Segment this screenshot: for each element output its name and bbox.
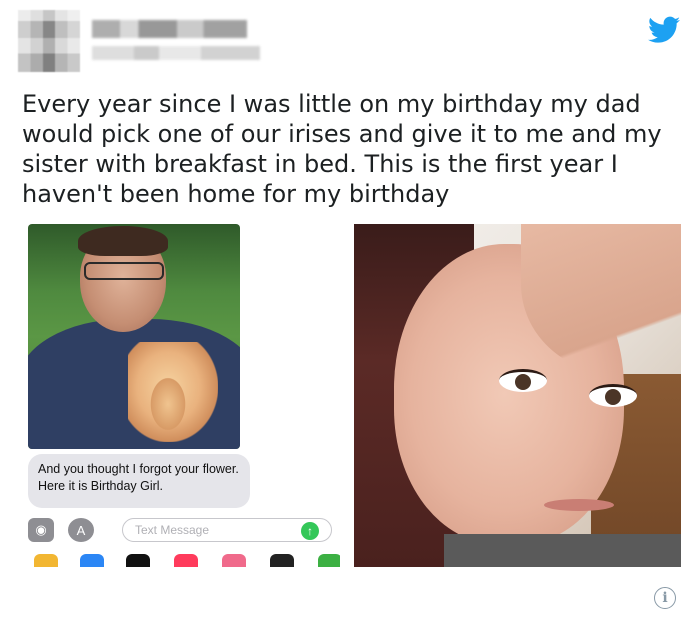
app-icon[interactable] — [34, 554, 58, 567]
dad-selfie-photo — [28, 224, 240, 449]
handle-redacted — [92, 46, 260, 60]
dad-glasses — [84, 262, 164, 280]
message-input-placeholder: Text Message — [135, 523, 210, 537]
app-icon[interactable] — [80, 554, 104, 567]
message-bubble: And you thought I forgot your flower. He… — [28, 454, 250, 508]
app-drawer — [28, 554, 340, 567]
compose-bar: ◉ A Text Message ↑ — [28, 518, 340, 544]
left-eye — [499, 369, 547, 392]
crying-selfie-photo[interactable] — [354, 224, 681, 567]
shirt — [444, 534, 681, 567]
text-message-screenshot[interactable]: And you thought I forgot your flower. He… — [28, 224, 340, 567]
app-icon[interactable] — [222, 554, 246, 567]
app-icon[interactable] — [126, 554, 150, 567]
mouth — [544, 499, 614, 511]
app-icon[interactable] — [174, 554, 198, 567]
message-input[interactable]: Text Message ↑ — [122, 518, 332, 542]
app-icon[interactable] — [318, 554, 340, 567]
dad-hair — [78, 226, 168, 256]
info-icon[interactable]: i — [654, 587, 676, 609]
tweet-text: Every year since I was little on my birt… — [22, 90, 662, 208]
camera-icon[interactable]: ◉ — [28, 518, 54, 542]
twitter-bird-icon[interactable] — [648, 16, 680, 44]
iris-flower-petal — [148, 374, 188, 434]
app-icon[interactable] — [270, 554, 294, 567]
avatar[interactable] — [18, 10, 80, 72]
right-eye — [589, 384, 637, 407]
app-store-icon[interactable]: A — [68, 518, 94, 542]
send-arrow-icon[interactable]: ↑ — [301, 522, 319, 540]
tweet-card: Every year since I was little on my birt… — [0, 0, 700, 623]
display-name-redacted[interactable] — [92, 20, 247, 38]
